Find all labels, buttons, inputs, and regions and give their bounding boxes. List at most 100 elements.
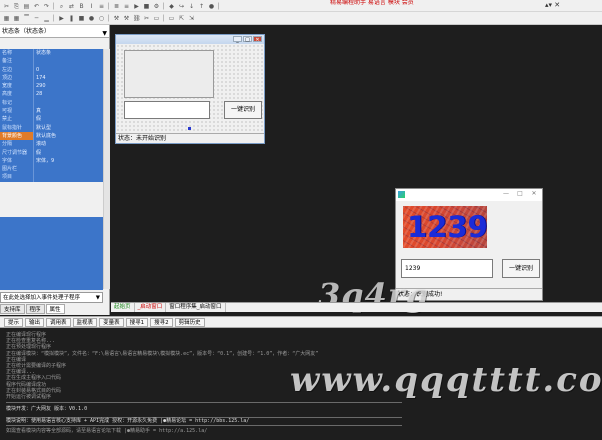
edit-box[interactable]	[124, 101, 210, 119]
close-button[interactable]: ✕	[528, 190, 540, 197]
rec-2-icon[interactable]: ○	[97, 14, 106, 22]
property-value[interactable]: 默认底色	[33, 131, 103, 141]
property-row[interactable]: 高度 28	[0, 90, 103, 99]
tab-start-page[interactable]: 起始页	[111, 303, 135, 312]
property-row[interactable]: 备注	[0, 57, 103, 66]
italic-icon[interactable]: I	[87, 2, 96, 10]
bold-icon[interactable]: B	[77, 2, 86, 10]
recognize-button[interactable]: 一键识别	[502, 259, 540, 278]
picture-box[interactable]	[124, 50, 214, 98]
tab-start-window[interactable]: _启动窗口	[135, 303, 167, 312]
chevron-down-icon[interactable]: ▼	[102, 27, 107, 40]
property-value[interactable]: 滚动	[33, 140, 103, 149]
output-tab[interactable]: 剪辑历史	[174, 317, 205, 327]
property-value[interactable]: 174	[33, 73, 103, 83]
property-row[interactable]: 背景颜色 默认底色	[0, 131, 103, 141]
property-value[interactable]: 状态条	[33, 49, 103, 58]
run-window-titlebar[interactable]: — □ ✕	[396, 189, 542, 201]
property-value[interactable]	[33, 98, 103, 108]
link-icon[interactable]: ⛓	[132, 14, 141, 22]
step-into-icon[interactable]: ↓	[187, 2, 196, 10]
tab-properties[interactable]: 属性	[45, 304, 65, 314]
property-row[interactable]: 可视真	[0, 107, 103, 116]
property-row[interactable]: 标记	[0, 98, 103, 108]
replace-icon[interactable]: ⇄	[67, 2, 76, 10]
breakpoint-icon[interactable]: ●	[207, 2, 216, 10]
promo-text[interactable]: 精易编程助手 易语言 模块 会员	[330, 0, 414, 6]
output-tab[interactable]: 输出	[25, 317, 45, 327]
step-out-icon[interactable]: ↑	[197, 2, 206, 10]
ext-2-icon[interactable]: ⇲	[187, 14, 196, 22]
property-value[interactable]: 宋体，9	[33, 156, 103, 166]
chevron-down-icon[interactable]: ▼	[96, 293, 100, 302]
selection-handle[interactable]	[188, 127, 191, 130]
build-icon[interactable]: ⚒	[112, 14, 121, 22]
output-tab[interactable]: 搜寻1	[125, 317, 149, 327]
minimize-button[interactable]: _	[233, 36, 242, 43]
stop-icon[interactable]: ■	[142, 2, 151, 10]
step-over-icon[interactable]: ↪	[177, 2, 186, 10]
align-left-icon[interactable]: ≡	[97, 2, 106, 10]
tab-window-assembly[interactable]: 窗口程序集_启动窗口	[166, 303, 226, 312]
property-row[interactable]: 名称 状态条	[0, 49, 103, 58]
output-tab[interactable]: 监视表	[72, 317, 98, 327]
unlink-icon[interactable]: ✂	[142, 14, 151, 22]
property-value[interactable]: 28	[33, 90, 103, 99]
property-value[interactable]: 假	[33, 148, 103, 157]
copy-icon[interactable]: ⎘	[12, 2, 21, 10]
minimize-button[interactable]: —	[500, 190, 512, 197]
design-window[interactable]: _ □ ✕ 一键识别 状态：未开始识别	[115, 34, 265, 144]
design-window-titlebar[interactable]: _ □ ✕	[116, 35, 264, 44]
property-value[interactable]: 默认型	[33, 123, 103, 132]
property-value[interactable]	[33, 173, 103, 182]
property-value[interactable]: 290	[33, 82, 103, 91]
close-button[interactable]: ✕	[253, 36, 262, 43]
output-tab[interactable]: 变量表	[99, 317, 124, 327]
output-tab[interactable]: 搜寻2	[150, 317, 173, 327]
property-value[interactable]: 0	[33, 65, 103, 74]
property-row[interactable]: 顶边 174	[0, 73, 103, 83]
ext-icon[interactable]: ⇱	[177, 14, 186, 22]
align-right-icon[interactable]: ≡	[122, 2, 131, 10]
output-tab[interactable]: 调用表	[46, 317, 71, 327]
stop-icon[interactable]: ■	[77, 14, 86, 22]
property-value[interactable]: 真	[33, 107, 103, 116]
find-icon[interactable]: ⌕	[57, 2, 66, 10]
monitor-2-icon[interactable]: ▭	[167, 14, 176, 22]
property-value[interactable]	[33, 165, 103, 174]
align-top-icon[interactable]: ▔	[22, 14, 31, 22]
property-row[interactable]: 鼠标指针 默认型	[0, 123, 103, 132]
property-row[interactable]: 左边 0	[0, 65, 103, 74]
tab-program[interactable]: 程序	[25, 304, 45, 314]
build-2-icon[interactable]: ⚒	[122, 14, 131, 22]
paste-icon[interactable]: ▤	[22, 2, 31, 10]
event-selector[interactable]: 在此处选择加入事件处理子程序 ▼	[0, 292, 103, 303]
property-scrollbar[interactable]	[103, 49, 110, 289]
debug-icon[interactable]: ◆	[167, 2, 176, 10]
window-controls[interactable]: ▴▾ ✕	[545, 1, 560, 9]
property-row[interactable]: 尺寸调节器假	[0, 148, 103, 157]
recognize-button[interactable]: 一键识别	[224, 101, 262, 119]
maximize-button[interactable]: □	[514, 190, 526, 197]
object-selector[interactable]: 状态条（状态条） ▼	[0, 25, 109, 38]
align-mid-icon[interactable]: ─	[32, 14, 41, 22]
redo-icon[interactable]: ↷	[42, 2, 51, 10]
cut-icon[interactable]: ✂	[2, 2, 11, 10]
grid-icon[interactable]: ▦	[2, 14, 11, 22]
play-icon[interactable]: ▶	[57, 14, 66, 22]
align-center-icon[interactable]: ≣	[112, 2, 121, 10]
property-row[interactable]: 图片栏	[0, 165, 103, 174]
property-row[interactable]: 字体 宋体，9	[0, 156, 103, 166]
monitor-icon[interactable]: ▭	[152, 14, 161, 22]
property-row[interactable]: 宽度 290	[0, 82, 103, 91]
property-row[interactable]: 项目	[0, 173, 103, 182]
run-icon[interactable]: ▶	[132, 2, 141, 10]
align-bottom-icon[interactable]: ▁	[42, 14, 51, 22]
pause-icon[interactable]: ❚	[67, 14, 76, 22]
grid-2-icon[interactable]: ▦	[12, 14, 21, 22]
property-value[interactable]: 假	[33, 115, 103, 124]
property-row[interactable]: 分隔 滚动	[0, 140, 103, 149]
status-bar[interactable]: 状态：未开始识别	[116, 133, 264, 143]
property-value[interactable]	[33, 57, 103, 66]
property-row[interactable]: 禁止假	[0, 115, 103, 124]
